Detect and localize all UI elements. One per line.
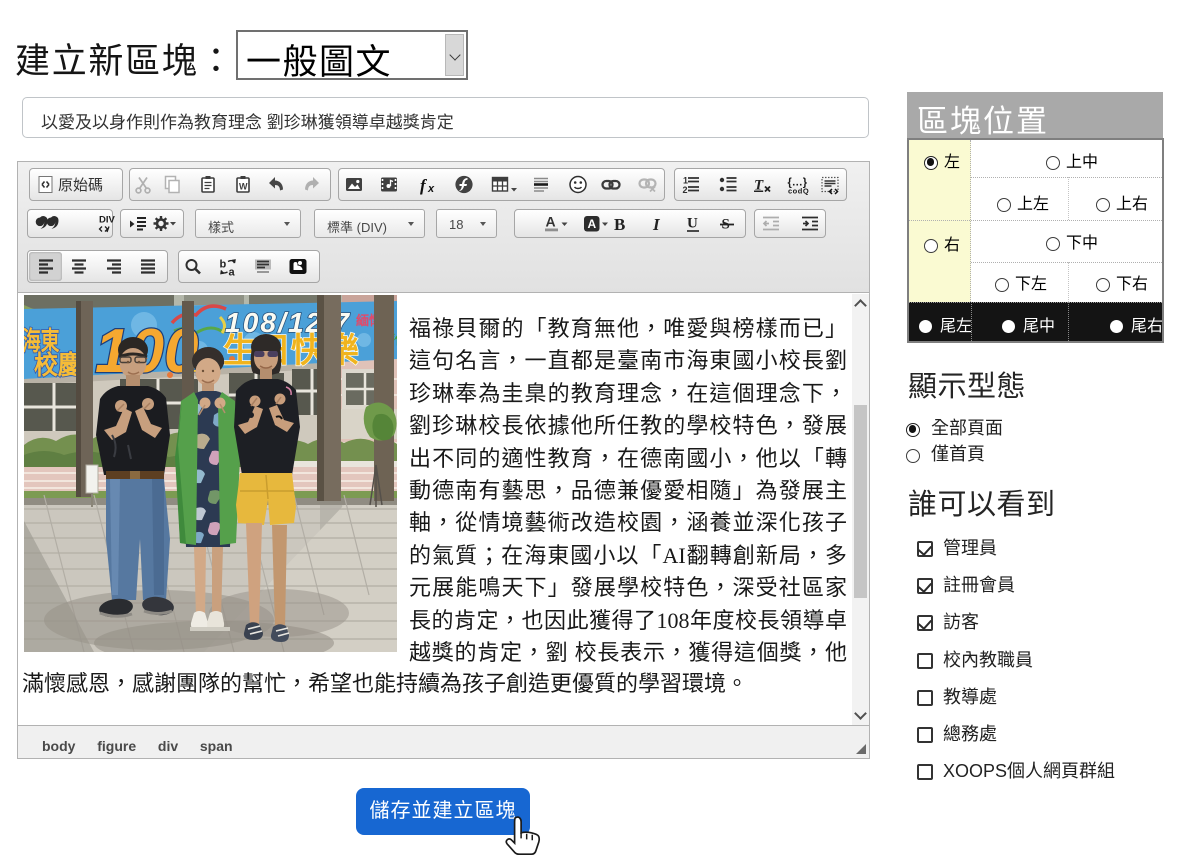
svg-text:A: A [588, 217, 597, 231]
svg-text:校慶: 校慶 [34, 350, 82, 380]
svg-text:f: f [420, 176, 428, 195]
svg-text:U: U [687, 216, 698, 232]
svg-text:原始碼: 原始碼 [58, 177, 103, 194]
svg-text:1: 1 [683, 176, 688, 186]
svg-text:x: x [427, 183, 435, 195]
svg-text:b: b [220, 259, 227, 271]
svg-text:A: A [546, 214, 556, 230]
svg-text:DIV: DIV [99, 215, 116, 226]
svg-text:I: I [652, 215, 661, 234]
svg-text:2: 2 [683, 185, 688, 195]
svg-text:a: a [229, 267, 236, 279]
svg-text:T: T [754, 178, 764, 194]
svg-text:B: B [614, 215, 625, 234]
svg-text:W: W [239, 182, 248, 192]
svg-text:codQ: codQ [788, 187, 809, 196]
